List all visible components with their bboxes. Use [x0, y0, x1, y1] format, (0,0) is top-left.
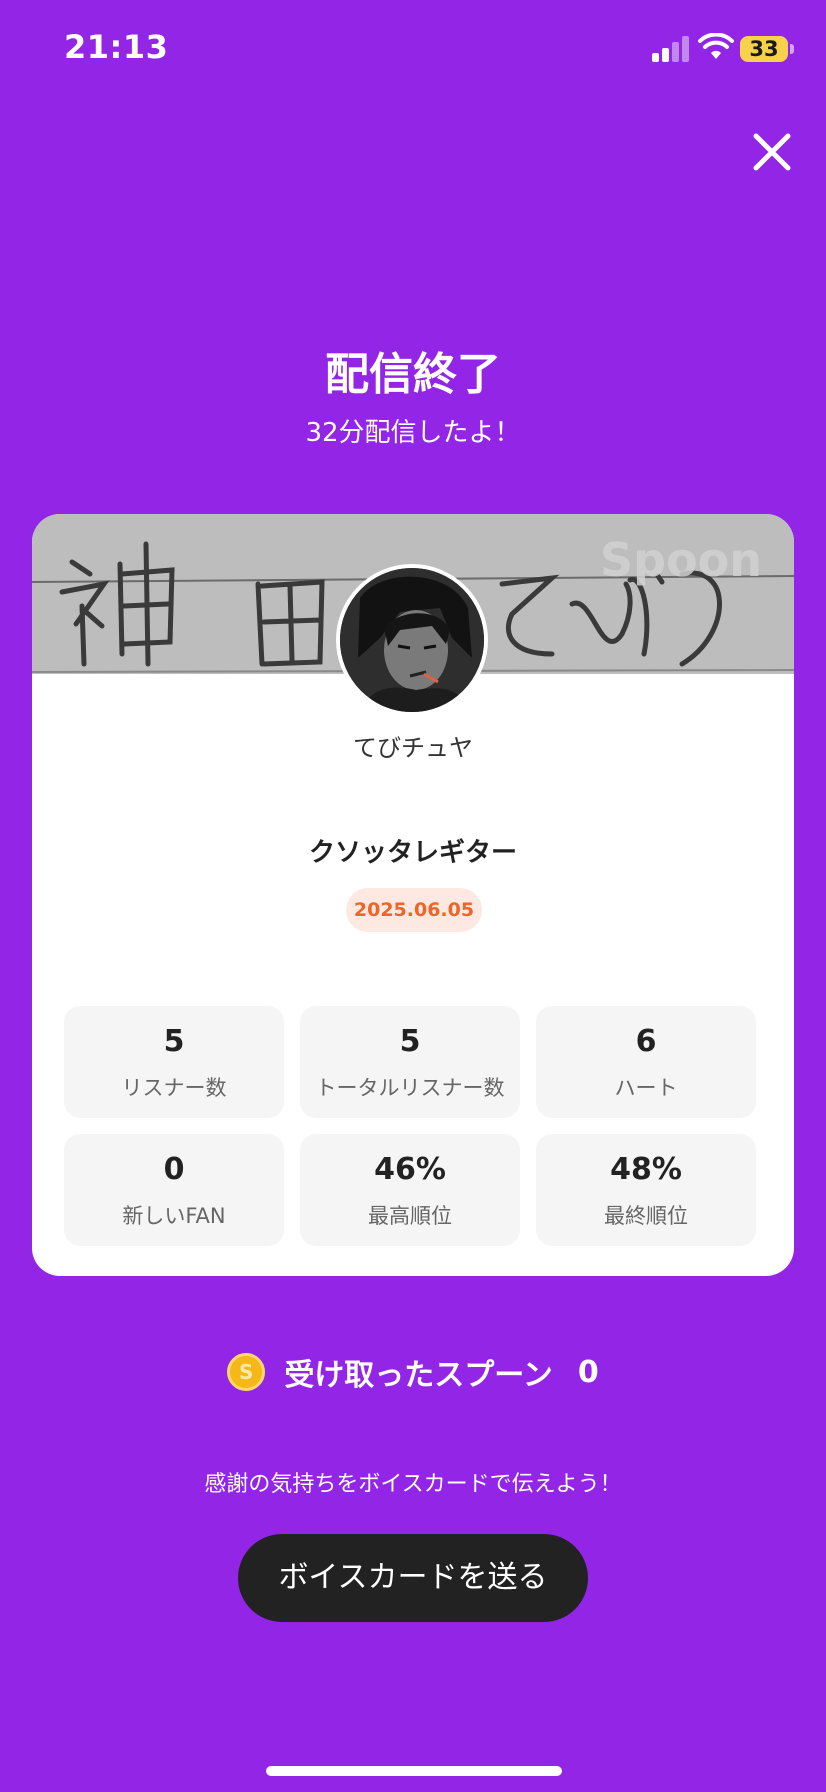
- stat-listeners: 5 リスナー数: [64, 1006, 284, 1118]
- avatar[interactable]: [336, 564, 488, 716]
- stat-value: 48%: [610, 1152, 682, 1187]
- status-time: 21:13: [64, 28, 169, 66]
- coin-icon: S: [227, 1353, 266, 1391]
- page-title: 配信終了: [325, 349, 501, 400]
- close-icon[interactable]: [748, 128, 796, 176]
- stat-value: 46%: [374, 1152, 446, 1187]
- stat-value: 0: [163, 1152, 185, 1187]
- stat-total-listeners: 5 トータルリスナー数: [300, 1006, 520, 1118]
- stat-value: 5: [399, 1024, 421, 1059]
- signal-icon: [652, 36, 690, 62]
- duration-subtitle: 32分配信したよ！: [305, 418, 521, 448]
- spoons-label: 受け取ったスプーン: [284, 1358, 553, 1393]
- stat-highest-rank: 46% 最高順位: [300, 1134, 520, 1246]
- host-name: てびチュヤ: [353, 734, 473, 762]
- date-badge: 2025.06.05: [346, 888, 482, 932]
- stat-label: 最高順位: [368, 1204, 452, 1228]
- battery-cap: [790, 44, 794, 54]
- spoons-count: 0: [577, 1354, 599, 1390]
- thanks-text: 感謝の気持ちをボイスカードで伝えよう！: [204, 1472, 622, 1497]
- stat-final-rank: 48% 最終順位: [536, 1134, 756, 1246]
- home-indicator: [266, 1766, 562, 1776]
- stat-label: 最終順位: [604, 1204, 688, 1228]
- avatar-image: [340, 568, 484, 712]
- stat-value: 6: [635, 1024, 657, 1059]
- wifi-icon: [698, 33, 734, 59]
- send-voice-card-button[interactable]: ボイスカードを送る: [238, 1534, 588, 1622]
- stat-hearts: 6 ハート: [536, 1006, 756, 1118]
- stat-new-fans: 0 新しいFAN: [64, 1134, 284, 1246]
- stat-label: ハート: [614, 1076, 678, 1100]
- stat-value: 5: [163, 1024, 185, 1059]
- broadcast-summary-card: Spoon てびチュヤ クソッタレギター 2025.06.05 5 リスナー数 …: [32, 514, 794, 1276]
- stat-label: リスナー数: [121, 1076, 227, 1100]
- coin-glyph: S: [239, 1360, 254, 1384]
- stat-label: トータルリスナー数: [315, 1076, 505, 1100]
- stream-title: クソッタレギター: [308, 838, 517, 868]
- battery-icon: 33: [740, 36, 788, 62]
- stat-label: 新しいFAN: [122, 1204, 226, 1228]
- spoon-watermark: Spoon: [600, 533, 762, 587]
- spoons-received: S 受け取ったスプーン 0: [0, 1350, 826, 1394]
